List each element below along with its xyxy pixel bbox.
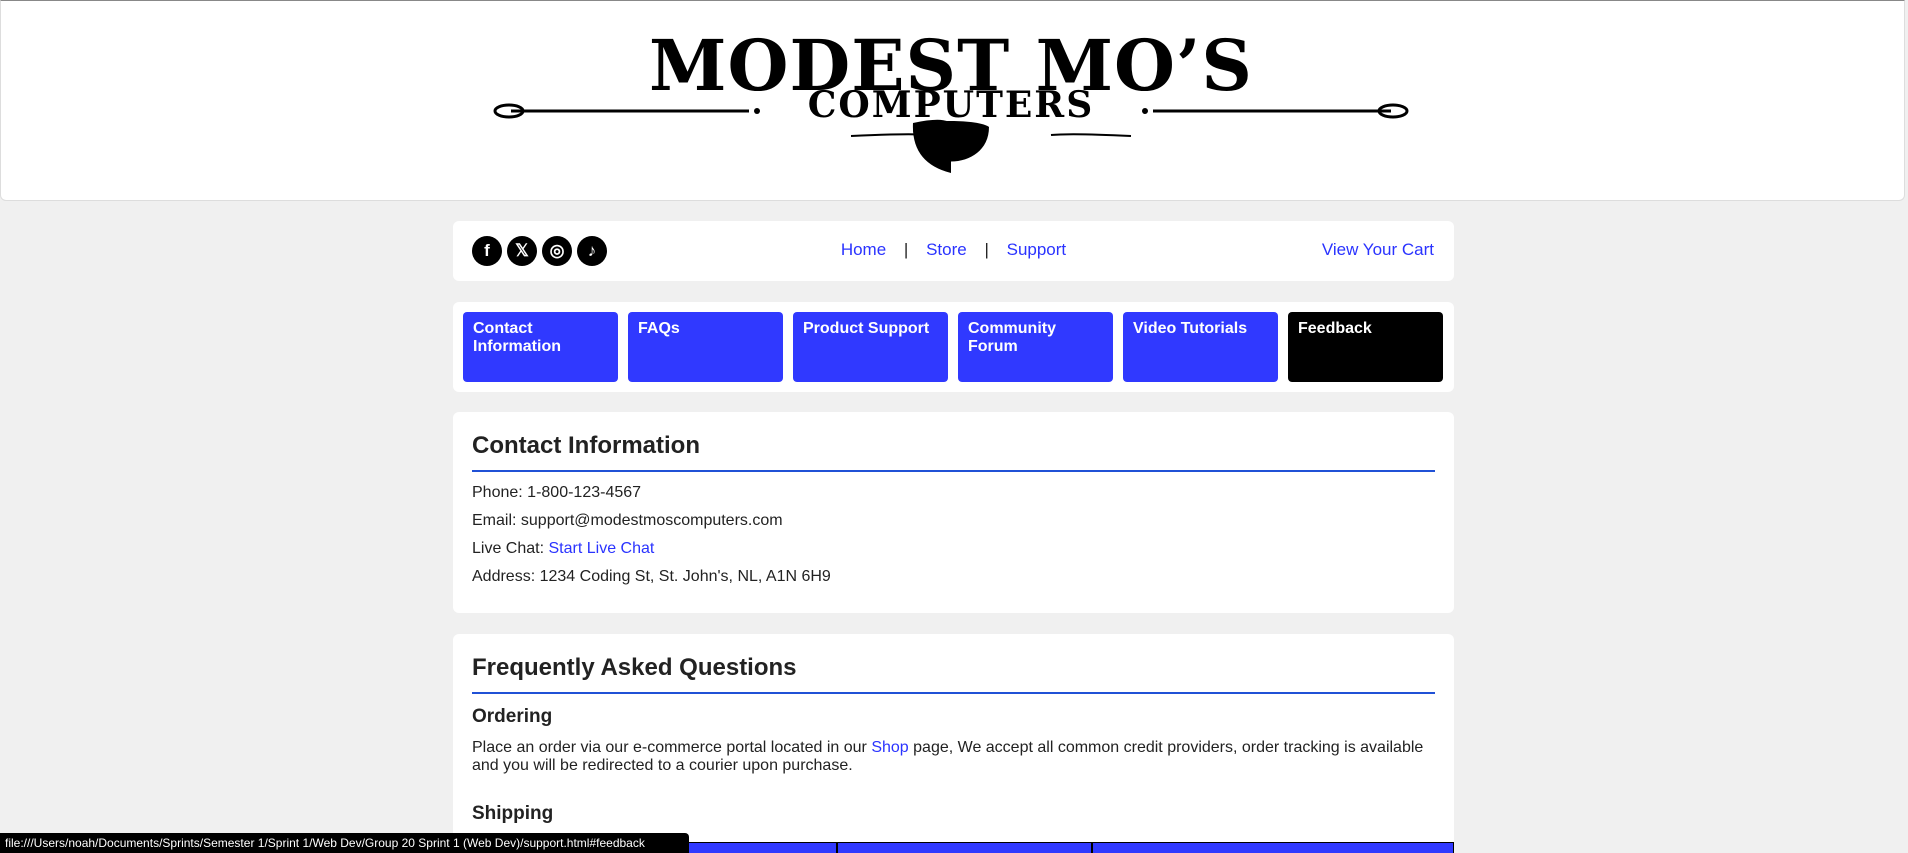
nav-separator: | [903, 240, 909, 259]
browser-status-bar: file:///Users/noah/Documents/Sprints/Sem… [0, 833, 689, 853]
faq-section: Frequently Asked Questions Ordering Plac… [453, 634, 1454, 853]
support-tabs: Contact Information FAQs Product Support… [453, 302, 1454, 392]
faq-heading: Frequently Asked Questions [472, 654, 1435, 694]
phone-line: Phone: 1-800-123-4567 [472, 484, 1435, 501]
email-line: Email: support@modestmoscomputers.com [472, 512, 1435, 529]
site-header: MODEST MO’S COMPUTERS [0, 0, 1905, 201]
logo-subtitle: COMPUTERS [807, 84, 1095, 126]
ordering-text: Place an order via our e-commerce portal… [472, 739, 1435, 775]
tab-video-tutorials[interactable]: Video Tutorials [1123, 312, 1278, 382]
tab-faqs[interactable]: FAQs [628, 312, 783, 382]
live-chat-line: Live Chat: Start Live Chat [472, 540, 1435, 557]
table-header-cell [837, 842, 1092, 853]
contact-heading: Contact Information [472, 432, 1435, 472]
table-header-cell [1092, 842, 1454, 853]
live-chat-label: Live Chat: [472, 540, 545, 557]
address-label: Address: [472, 568, 536, 585]
shipping-title: Shipping [472, 803, 554, 824]
tab-contact-information[interactable]: Contact Information [463, 312, 618, 382]
start-live-chat-link[interactable]: Start Live Chat [549, 540, 655, 557]
phone-label: Phone: [472, 484, 523, 501]
ordering-title: Ordering [472, 706, 553, 727]
tab-community-forum[interactable]: Community Forum [958, 312, 1113, 382]
nav-separator: | [984, 240, 989, 259]
email-value: support@modestmoscomputers.com [520, 512, 783, 529]
site-logo[interactable]: MODEST MO’S COMPUTERS [481, 23, 1421, 183]
email-label: Email: [472, 512, 517, 529]
phone-value: 1-800-123-4567 [527, 484, 642, 501]
navigation-bar: f 𝕏 ◎ ♪ Home | Store | Support View Your… [453, 221, 1454, 281]
tab-feedback[interactable]: Feedback [1288, 312, 1443, 382]
nav-home-link[interactable]: Home [841, 240, 886, 259]
tab-product-support[interactable]: Product Support [793, 312, 948, 382]
contact-section: Contact Information Phone: 1-800-123-456… [453, 412, 1454, 613]
address-line: Address: 1234 Coding St, St. John's, NL,… [472, 568, 1435, 585]
nav-support-link[interactable]: Support [1007, 240, 1067, 259]
main-nav: Home | Store | Support [453, 240, 1454, 260]
ordering-text-start: Place an order via our e-commerce portal… [472, 739, 867, 756]
nav-store-link[interactable]: Store [926, 240, 967, 259]
shop-link[interactable]: Shop [871, 739, 908, 756]
view-cart-link[interactable]: View Your Cart [1322, 240, 1434, 260]
address-value: 1234 Coding St, St. John's, NL, A1N 6H9 [539, 568, 831, 585]
